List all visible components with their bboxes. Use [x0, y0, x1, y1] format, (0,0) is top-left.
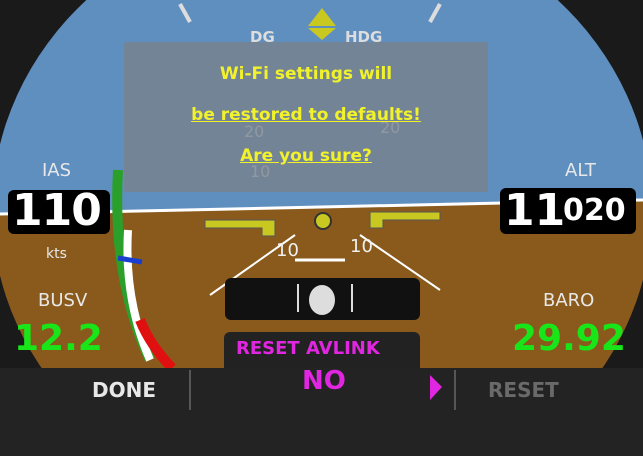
- ias-label: IAS: [42, 160, 72, 181]
- busv-label: BUSV: [38, 290, 88, 311]
- ias-unit: kts: [46, 246, 67, 262]
- baro-value: 29.92: [512, 318, 626, 359]
- dialog-line-1: Wi-Fi settings will: [219, 64, 393, 84]
- busv-value: 12.2: [14, 318, 103, 359]
- done-label: DONE: [92, 378, 157, 402]
- menu-selection-value[interactable]: NO: [302, 366, 346, 396]
- done-softkey[interactable]: DONE: [60, 370, 170, 430]
- baro-label: BARO: [543, 290, 595, 311]
- alt-thousands: 11: [504, 185, 566, 236]
- pitch-label-lower-left: 10: [276, 240, 299, 261]
- pitch-label-lower-right: 10: [350, 236, 373, 257]
- reset-label: RESET: [488, 378, 559, 402]
- menu-title: RESET AVLINK: [236, 338, 380, 359]
- alt-label: ALT: [565, 160, 596, 181]
- next-option-chevron-icon[interactable]: [426, 372, 446, 404]
- confirm-dialog: Wi-Fi settings will be restored to defau…: [124, 42, 488, 192]
- efis-screen: DG HDG 20 20 10 10 10 Wi-Fi settings wil…: [0, 0, 643, 456]
- ias-value: 110: [12, 185, 102, 236]
- reset-softkey[interactable]: RESET: [470, 370, 600, 430]
- dialog-line-2: be restored to defaults!: [191, 105, 421, 125]
- aircraft-dot: [314, 212, 332, 230]
- alt-hundreds: 020: [563, 193, 626, 228]
- dialog-line-3: Are you sure?: [240, 146, 372, 166]
